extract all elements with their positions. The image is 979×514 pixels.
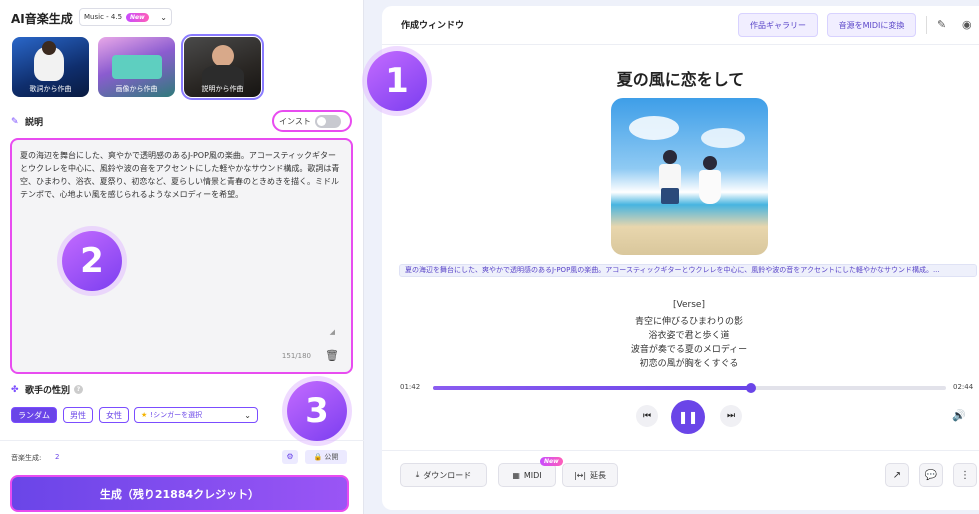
girl-dress-icon	[699, 170, 721, 204]
discord-icon[interactable]: ◉	[962, 18, 972, 31]
resize-handle-icon[interactable]: ◢	[330, 328, 335, 336]
generate-button[interactable]: 生成（残り21884クレジット）	[10, 475, 349, 512]
image-frame-icon	[112, 55, 162, 79]
lyric-line: 青空に伸びるひまわりの影	[634, 317, 743, 327]
time-total: 02:44	[953, 383, 974, 391]
comment-button[interactable]: 💬	[919, 463, 943, 487]
create-window: 作成ウィンドウ 作品ギャラリー 音源をMIDIに変換 ✎ ◉ 夏の風に恋をして …	[382, 6, 979, 510]
cloud-icon	[701, 128, 745, 148]
pause-button[interactable]: ❚❚	[671, 400, 705, 434]
public-button[interactable]: 🔒 公開	[305, 450, 347, 464]
lyric-line: 浴衣姿で君と歩く道	[648, 331, 730, 341]
cover-art	[611, 98, 768, 255]
gen-count-label: 音楽生成:	[11, 454, 42, 462]
volume-icon[interactable]: 🔊	[952, 409, 966, 422]
lyric-line: [Verse]	[673, 300, 705, 310]
mode-label: 歌詞から作曲	[29, 85, 72, 93]
description-text: 夏の海辺を舞台にした、爽やかで透明感のあるJ-POP風の楽曲。アコースティックギ…	[20, 151, 340, 199]
boy-shorts-icon	[661, 188, 679, 204]
prompt-preview: 夏の海辺を舞台にした、爽やかで透明感のあるJ-POP風の楽曲。アコースティックギ…	[399, 264, 977, 277]
boy-head-icon	[663, 150, 677, 164]
progress-fill	[433, 386, 752, 390]
midi-icon: ▦	[512, 470, 520, 480]
help-icon[interactable]: ?	[74, 385, 84, 394]
singer-select-label: !シンガーを選択	[150, 411, 203, 419]
divider	[382, 44, 979, 45]
step-badge-3: 3	[287, 381, 347, 441]
toggle-switch[interactable]	[314, 114, 341, 128]
progress-knob[interactable]	[746, 383, 757, 393]
mode-card-image[interactable]: 画像から作曲	[98, 37, 175, 97]
midi-button[interactable]: ▦ MIDI	[498, 463, 556, 487]
mode-card-description[interactable]: 説明から作曲	[181, 34, 264, 100]
more-vertical-icon: ⋮	[960, 469, 970, 481]
char-counter: 151/180	[281, 352, 311, 360]
mode-label: 説明から作曲	[201, 85, 244, 93]
time-current: 01:42	[400, 383, 421, 391]
edit-note-icon: ✎	[11, 116, 19, 127]
instrumental-toggle[interactable]: インスト	[272, 110, 352, 132]
mode-label: 画像から作曲	[115, 85, 158, 93]
window-title: 作成ウィンドウ	[401, 21, 465, 31]
singer-head-icon	[42, 41, 56, 55]
instrumental-label: インスト	[279, 116, 311, 126]
gear-icon: ⚙	[286, 452, 294, 461]
girl-head-icon	[703, 156, 717, 170]
previous-button[interactable]: ⏮	[636, 405, 658, 427]
skip-back-icon: ⏮	[642, 411, 652, 421]
more-button[interactable]: ⋮	[953, 463, 977, 487]
chevron-down-icon: ⌄	[244, 410, 251, 420]
extend-icon: |↔|	[573, 470, 587, 480]
lock-icon: 🔒	[313, 453, 323, 461]
extend-button[interactable]: |↔| 延長	[562, 463, 618, 487]
gender-heading: ✤ 歌手の性別 ?	[11, 383, 84, 396]
model-label: Music - 4.5	[84, 13, 123, 21]
lyric-line: 初恋の風が胸をくすぐる	[639, 359, 739, 369]
share-icon: ↗	[892, 469, 902, 481]
share-button[interactable]: ↗	[885, 463, 909, 487]
model-new-badge: New	[126, 12, 149, 22]
boy-shirt-icon	[659, 164, 681, 190]
song-title: 夏の風に恋をして	[616, 70, 745, 89]
divider	[926, 16, 927, 34]
comment-icon: 💬	[924, 469, 938, 481]
lyric-line: 波音が奏でる夏のメロディー	[630, 345, 748, 355]
trash-icon[interactable]: 🗑	[325, 349, 339, 362]
step-badge-2: 2	[62, 231, 122, 291]
gallery-button[interactable]: 作品ギャラリー	[738, 13, 818, 37]
midi-convert-button[interactable]: 音源をMIDIに変換	[827, 13, 916, 37]
download-button[interactable]: ⤓ ダウンロード	[400, 463, 487, 487]
cloud-icon	[629, 116, 679, 140]
app-title: AI音楽生成	[11, 12, 73, 26]
model-select[interactable]: Music - 4.5 New ⌄	[79, 8, 172, 26]
singer-select[interactable]: ★ !シンガーを選択 ⌄	[134, 407, 258, 423]
producer-head-icon	[212, 45, 234, 67]
midi-new-badge: New	[540, 457, 563, 466]
people-icon: ✤	[11, 384, 19, 395]
star-icon: ★	[141, 411, 148, 419]
progress-bar[interactable]	[433, 383, 946, 393]
description-heading: ✎ 説明	[11, 116, 44, 129]
pause-icon: ❚❚	[677, 410, 699, 424]
mode-card-lyrics[interactable]: 歌詞から作曲	[12, 37, 89, 97]
gender-option-female[interactable]: 女性	[99, 407, 129, 423]
divider	[382, 450, 979, 451]
edit-list-icon[interactable]: ✎	[937, 18, 946, 31]
settings-button[interactable]: ⚙	[282, 450, 298, 464]
chevron-down-icon: ⌄	[160, 12, 167, 22]
gender-option-male[interactable]: 男性	[63, 407, 93, 423]
gen-count-value: 2	[55, 453, 60, 461]
skip-forward-icon: ⏭	[726, 411, 736, 421]
step-badge-1: 1	[367, 51, 427, 111]
gender-option-random[interactable]: ランダム	[11, 407, 57, 423]
next-button[interactable]: ⏭	[720, 405, 742, 427]
download-icon: ⤓	[415, 470, 420, 479]
